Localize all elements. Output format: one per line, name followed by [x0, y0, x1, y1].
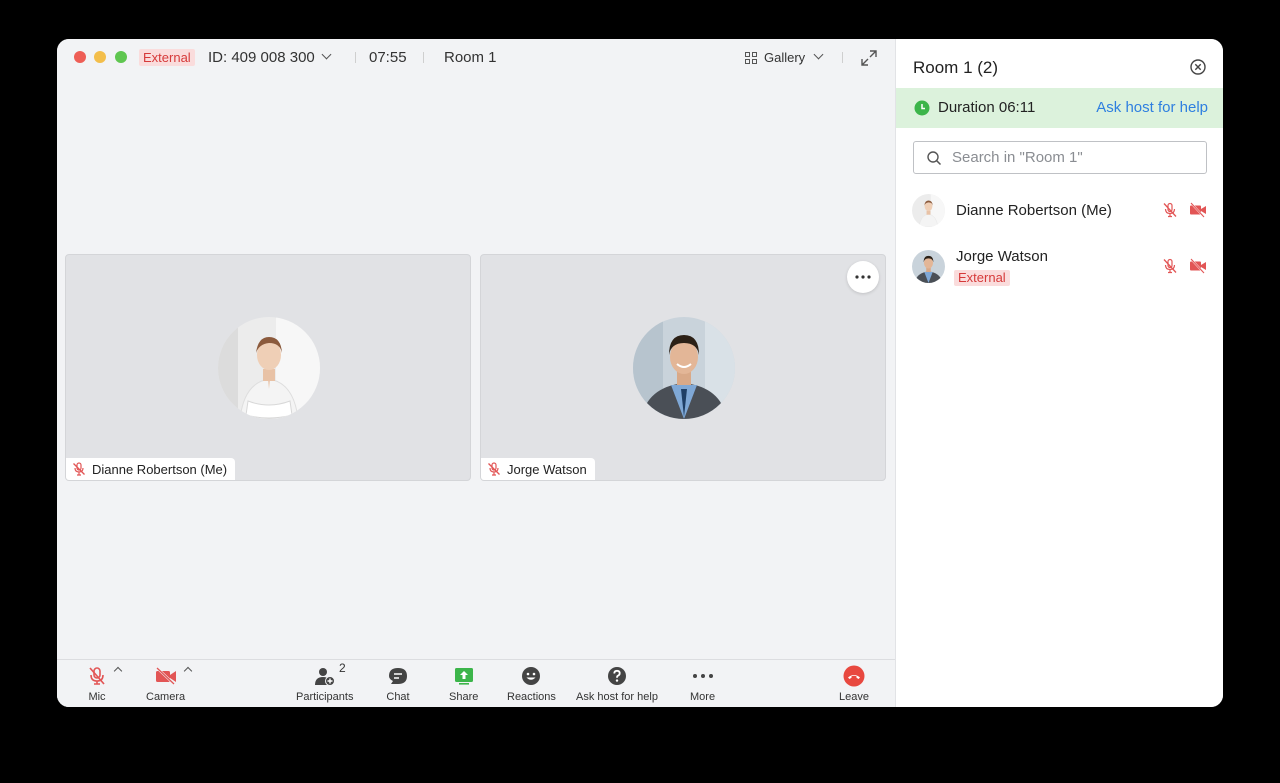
mic-button[interactable]: Mic: [85, 664, 109, 703]
camera-button[interactable]: Camera: [146, 664, 185, 703]
avatar: [633, 317, 735, 419]
meeting-timer: 07:55: [369, 49, 407, 66]
participants-icon: [314, 668, 335, 686]
participants-button[interactable]: 2 Participants: [296, 661, 354, 703]
ellipsis-icon: [692, 674, 713, 678]
participant-name: Jorge Watson: [507, 461, 587, 477]
mic-options-chevron-icon[interactable]: [113, 666, 123, 676]
mic-muted-icon: [89, 667, 105, 685]
minimize-window-button[interactable]: [94, 51, 106, 63]
chat-button[interactable]: Chat: [386, 664, 410, 703]
more-button[interactable]: More: [690, 664, 715, 703]
duration-bar: Duration 06:11 Ask host for help: [896, 88, 1223, 128]
main-stage: External ID: 409 008 300 07:55 Room 1 Ga…: [57, 39, 895, 707]
camera-off-icon: [155, 667, 176, 685]
participants-panel: Room 1 (2) Duration 06:11 Ask host for h…: [895, 39, 1223, 707]
chevron-down-icon: [321, 49, 332, 60]
clock-icon: [914, 100, 930, 116]
search-input[interactable]: [950, 148, 1194, 167]
chevron-down-icon: [813, 49, 824, 59]
maximize-window-button[interactable]: [115, 51, 127, 63]
more-label: More: [690, 691, 716, 703]
divider: [423, 52, 424, 63]
ask-host-button[interactable]: Ask host for help: [576, 664, 658, 703]
leave-call-icon: [843, 665, 865, 687]
camera-off-icon[interactable]: [1189, 202, 1207, 218]
share-label: Share: [449, 691, 479, 703]
meeting-toolbar: Mic Camera 2 Participants Chat Share Rea…: [57, 659, 895, 707]
leave-label: Leave: [839, 691, 869, 703]
camera-off-icon[interactable]: [1189, 258, 1207, 274]
avatar: [218, 317, 320, 419]
question-icon: [607, 667, 626, 685]
chat-icon: [389, 668, 407, 684]
share-screen-icon: [454, 668, 473, 685]
participant-name: Dianne Robertson (Me): [92, 461, 228, 477]
close-window-button[interactable]: [74, 51, 86, 63]
tile-name-tag: Dianne Robertson (Me): [66, 458, 236, 480]
video-tile[interactable]: Dianne Robertson (Me): [65, 254, 471, 481]
leave-button[interactable]: Leave: [839, 664, 869, 703]
mic-muted-icon: [488, 462, 500, 476]
external-badge: External: [139, 49, 195, 66]
participants-label: Participants: [296, 691, 354, 703]
mic-muted-icon: [73, 462, 85, 476]
duration-text: Duration 06:11: [938, 99, 1036, 116]
external-badge: External: [954, 270, 1010, 286]
meeting-id-text: ID: 409 008 300: [208, 49, 315, 66]
panel-title: Room 1 (2): [913, 58, 999, 77]
mic-muted-icon[interactable]: [1162, 202, 1178, 218]
participant-name: Dianne Robertson (Me): [956, 202, 1112, 219]
close-panel-icon[interactable]: [1190, 59, 1206, 75]
avatar: [912, 194, 945, 227]
divider: [355, 52, 356, 63]
title-bar: External ID: 409 008 300 07:55 Room 1 Ga…: [57, 39, 895, 77]
participants-count: 2: [339, 661, 346, 675]
participant-search[interactable]: [913, 141, 1207, 174]
participant-name: Jorge Watson: [956, 248, 1048, 265]
video-tile[interactable]: Jorge Watson: [480, 254, 886, 481]
participant-row[interactable]: Dianne Robertson (Me): [896, 188, 1223, 234]
view-mode-label: Gallery: [764, 50, 806, 65]
mic-muted-icon[interactable]: [1162, 258, 1178, 274]
tile-name-tag: Jorge Watson: [481, 458, 595, 480]
smiley-icon: [522, 667, 541, 685]
ask-host-link[interactable]: Ask host for help: [1096, 99, 1208, 116]
avatar: [912, 250, 945, 283]
search-icon: [927, 151, 942, 166]
meeting-id-dropdown[interactable]: ID: 409 008 300: [208, 48, 332, 68]
room-title: Room 1: [444, 49, 497, 66]
ask-host-label: Ask host for help: [576, 691, 658, 703]
gallery-grid-icon: [745, 52, 757, 64]
reactions-label: Reactions: [507, 691, 556, 703]
reactions-button[interactable]: Reactions: [507, 664, 556, 703]
mic-label: Mic: [88, 691, 106, 703]
participant-row[interactable]: Jorge Watson External: [896, 244, 1223, 290]
more-options-button[interactable]: [847, 261, 879, 293]
fullscreen-icon[interactable]: [860, 49, 878, 67]
share-button[interactable]: Share: [449, 664, 478, 703]
meeting-window: External ID: 409 008 300 07:55 Room 1 Ga…: [57, 39, 1223, 707]
view-mode-dropdown[interactable]: Gallery: [745, 48, 824, 68]
camera-label: Camera: [146, 691, 186, 703]
ellipsis-icon: [855, 275, 871, 279]
chat-label: Chat: [386, 691, 410, 703]
divider: [842, 52, 843, 63]
